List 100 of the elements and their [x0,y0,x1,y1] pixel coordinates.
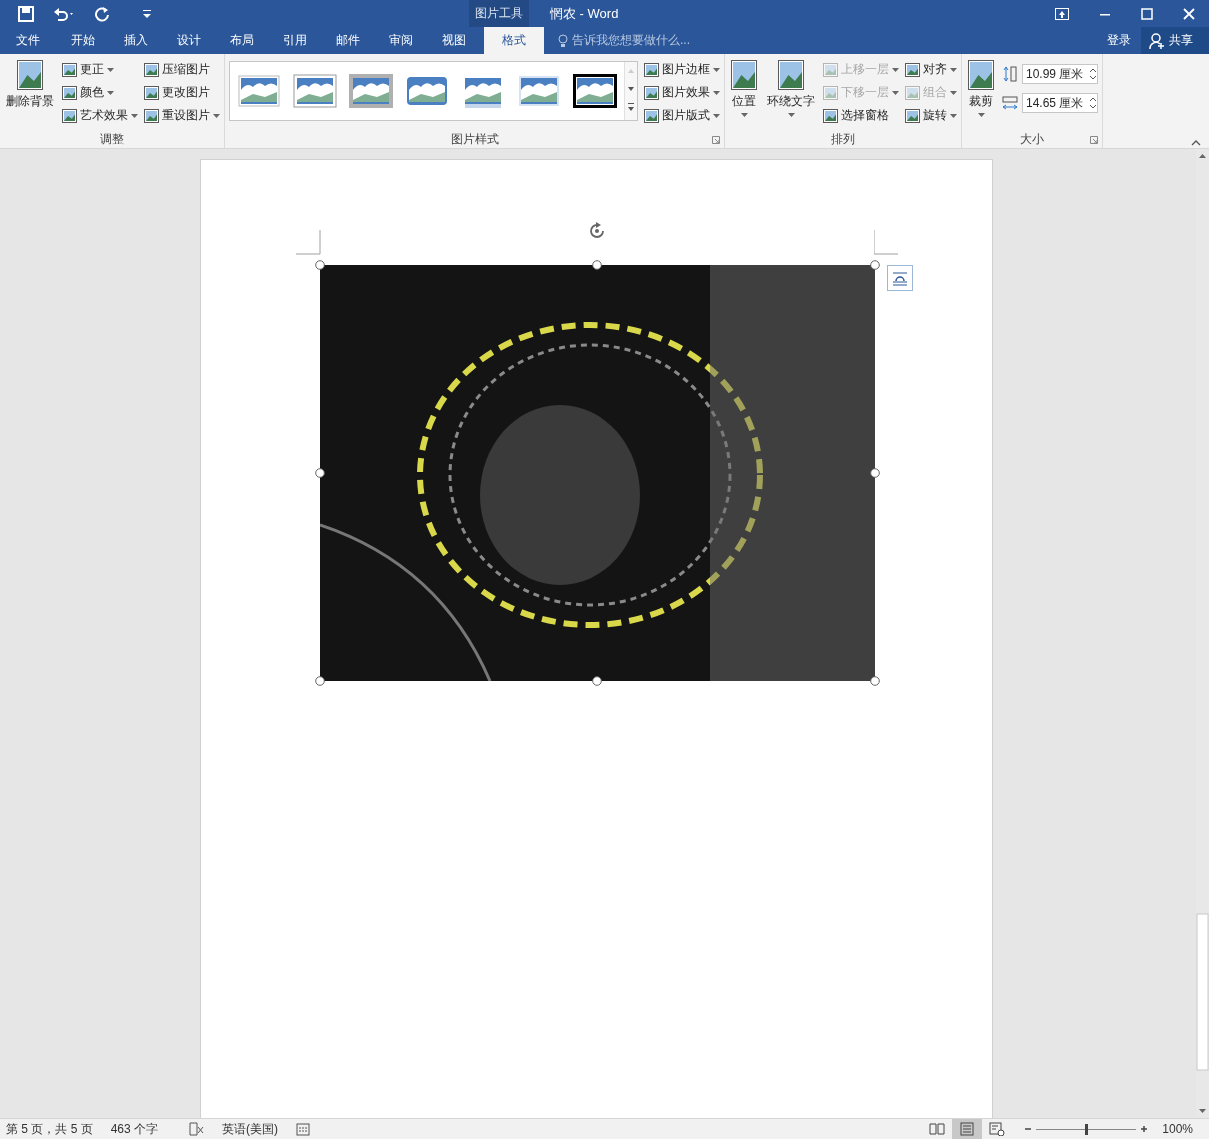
ribbon-button[interactable]: 旋转 [905,106,957,125]
resize-handle[interactable] [314,676,325,686]
height-icon [1002,66,1018,82]
page-count: 第 5 页，共 5 页 [6,1120,93,1138]
ribbon-button[interactable]: 艺术效果 [62,106,138,125]
ribbon-tab[interactable]: 插入 [109,27,162,54]
picture-icon [644,85,659,100]
picture-icon [823,108,838,123]
ribbon-tab[interactable]: 文件 [0,27,56,54]
ribbon-tab[interactable]: 开始 [56,27,109,54]
share-button[interactable]: 共享 [1141,27,1209,54]
spinner-icon[interactable] [1089,67,1097,81]
close-icon[interactable] [1183,7,1195,20]
ribbon-button[interactable]: 环绕文字 [765,58,817,130]
ribbon-button[interactable]: 选择窗格 [823,106,899,125]
group-label: 排列 [831,130,855,148]
picture-icon [731,60,757,90]
collapse-ribbon-icon[interactable] [1191,140,1201,146]
picture-icon [778,60,804,90]
margin-corner-mark [873,230,899,255]
ribbon-tab[interactable]: 审阅 [374,27,427,54]
caret-icon [787,113,795,117]
ribbon-button[interactable]: 位置 [729,58,759,130]
caret-icon [107,67,114,72]
ribbon-button[interactable]: 更改图片 [144,83,220,102]
print-layout-button[interactable] [952,1119,983,1139]
zoom-out-icon[interactable] [1024,1125,1033,1133]
ribbon-button[interactable]: 重设图片 [144,106,220,125]
ribbon-button[interactable]: 图片边框 [644,60,720,79]
picture-style-thumbnail[interactable] [293,74,337,108]
picture-icon [823,62,838,77]
ribbon-button[interactable]: 对齐 [905,60,957,79]
caret-icon [950,67,957,72]
caret-icon [892,67,899,72]
ribbon-button[interactable]: 颜色 [62,83,138,102]
ribbon-button[interactable]: 图片版式 [644,106,720,125]
picture-icon [905,108,920,123]
word-count: 463 个字 [110,1120,159,1138]
caret-icon [131,113,138,118]
resize-handle[interactable] [314,468,325,478]
ribbon-tab[interactable]: 布局 [215,27,268,54]
dialog-launcher-icon[interactable] [712,136,720,144]
caret-icon [740,113,748,117]
ribbon-tab[interactable]: 邮件 [321,27,374,54]
ribbon-display-icon[interactable] [1055,7,1069,20]
undo-icon[interactable] [52,5,76,22]
zoom-level[interactable]: 100% [1162,1122,1193,1136]
group-label: 调整 [100,130,124,148]
lightbulb-icon [558,33,568,48]
caret-icon [950,90,957,95]
contextual-tab-label: 图片工具 [469,0,529,27]
dialog-launcher-icon[interactable] [1090,136,1098,144]
ribbon-button[interactable]: 图片效果 [644,83,720,102]
picture-style-thumbnail[interactable] [405,74,449,108]
person-plus-icon [1149,32,1165,49]
view-icon [989,1122,1006,1136]
group-label: 大小 [1020,130,1044,148]
ribbon-tab[interactable]: 引用 [268,27,321,54]
resize-handle[interactable] [591,260,602,270]
ribbon-button[interactable]: 裁剪 [966,58,996,130]
margin-corner-mark [295,230,321,255]
picture-icon [62,108,77,123]
zoom-thumb[interactable] [1085,1123,1089,1135]
caret-icon [892,90,899,95]
ribbon-tab[interactable]: 视图 [427,27,480,54]
resize-handle[interactable] [591,676,602,686]
caret-icon [713,67,720,72]
redo-icon[interactable] [94,5,110,22]
picture-style-thumbnail[interactable] [349,74,393,108]
ribbon-tab[interactable]: 设计 [162,27,215,54]
zoom-in-icon[interactable] [1140,1125,1149,1133]
layout-options-icon[interactable] [886,265,913,291]
sign-in-link[interactable]: 登录 [1107,27,1131,54]
caret-icon [977,113,985,117]
spinner-icon[interactable] [1089,96,1097,110]
view-icon [929,1122,946,1136]
picture-icon [644,62,659,77]
group-label: 图片样式 [450,130,499,148]
customize-caret-icon[interactable] [142,8,152,19]
picture-style-thumbnail[interactable] [237,74,281,108]
resize-handle[interactable] [869,676,880,686]
size-field[interactable]: 10.99 厘米 [1022,64,1098,84]
picture-icon [144,62,159,77]
macro-icon [296,1122,311,1136]
size-field[interactable]: 14.65 厘米 [1022,93,1098,113]
tell-me-field[interactable]: 告诉我您想要做什么... [558,27,690,54]
save-icon[interactable] [18,5,34,22]
resize-handle[interactable] [869,260,880,270]
ribbon-button[interactable]: 压缩图片 [144,60,220,79]
ribbon-tab[interactable]: 格式 [484,27,544,54]
picture-style-thumbnail[interactable] [517,74,561,108]
ribbon-button[interactable]: 删除背景 [4,58,56,130]
width-icon [1002,95,1018,111]
proofing-icon [188,1122,205,1136]
ribbon-button[interactable]: 更正 [62,60,138,79]
caret-icon [107,90,114,95]
resize-handle[interactable] [869,468,880,478]
picture-style-thumbnail[interactable] [573,74,617,108]
resize-handle[interactable] [314,260,325,270]
maximize-icon[interactable] [1141,7,1153,20]
